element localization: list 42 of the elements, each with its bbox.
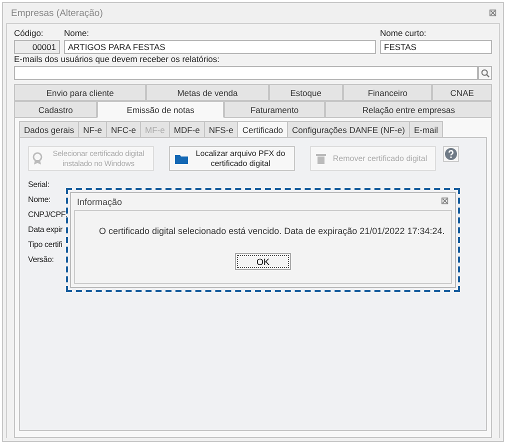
name-field[interactable]: ARTIGOS PARA FESTAS — [64, 40, 376, 54]
tab[interactable]: Dados gerais — [19, 121, 80, 138]
field-label: Nome: — [64, 28, 90, 39]
tab[interactable]: Emissão de notas — [97, 101, 224, 118]
field-label: E-mails dos usuários que devem receber os relatórios: — [14, 54, 221, 65]
search-icon — [480, 68, 490, 78]
search-button[interactable] — [478, 66, 492, 80]
tab[interactable]: Relação entre empresas — [325, 101, 492, 118]
tab[interactable]: Estoque — [268, 84, 344, 101]
field-label: Código: — [14, 28, 44, 39]
tab[interactable]: CNAE — [432, 84, 492, 101]
window-title: Empresas (Alteração) — [11, 8, 103, 18]
field-label: Tipo certifi — [28, 239, 62, 251]
dialog-title: Informação — [77, 196, 122, 206]
close-button[interactable]: ⊠ — [488, 8, 497, 18]
field-label: Versão: — [28, 254, 54, 266]
tab[interactable]: MDF-e — [168, 121, 205, 138]
award-icon — [32, 152, 43, 165]
tab[interactable]: Faturamento — [224, 101, 326, 118]
action-button[interactable]: Localizar arquivo PFX do certificado digital — [169, 146, 295, 171]
tab[interactable]: Cadastro — [14, 101, 98, 118]
folder-icon — [175, 154, 188, 164]
ok-button[interactable]: OK — [235, 253, 291, 270]
help-button[interactable] — [443, 146, 459, 162]
tab[interactable]: NF-e — [78, 121, 107, 138]
code-field[interactable]: 00001 — [14, 40, 60, 54]
field-label: Data expir — [28, 224, 62, 236]
field-label: Serial: — [28, 179, 50, 191]
dialog-message: O certificado digital selecionado está vencido. Data de expiração 21/01/2022 17:34:24. — [99, 226, 445, 236]
tab[interactable]: E-mail — [408, 121, 444, 138]
field-label: Nome: — [28, 194, 51, 206]
email-field[interactable] — [14, 66, 478, 80]
field-label: Nome curto: — [380, 28, 428, 39]
tab[interactable]: Metas de venda — [146, 84, 269, 101]
trash-icon — [316, 153, 326, 164]
help-icon — [445, 148, 457, 160]
close-button[interactable]: ⊠ — [440, 196, 449, 207]
tab[interactable]: Envio para cliente — [14, 84, 146, 101]
tab[interactable]: Configurações DANFE (NF-e) — [287, 121, 410, 138]
tab[interactable]: Financeiro — [343, 84, 432, 101]
short-name-field[interactable]: FESTAS — [380, 40, 492, 54]
field-label: CNPJ/CPF: — [28, 209, 68, 221]
